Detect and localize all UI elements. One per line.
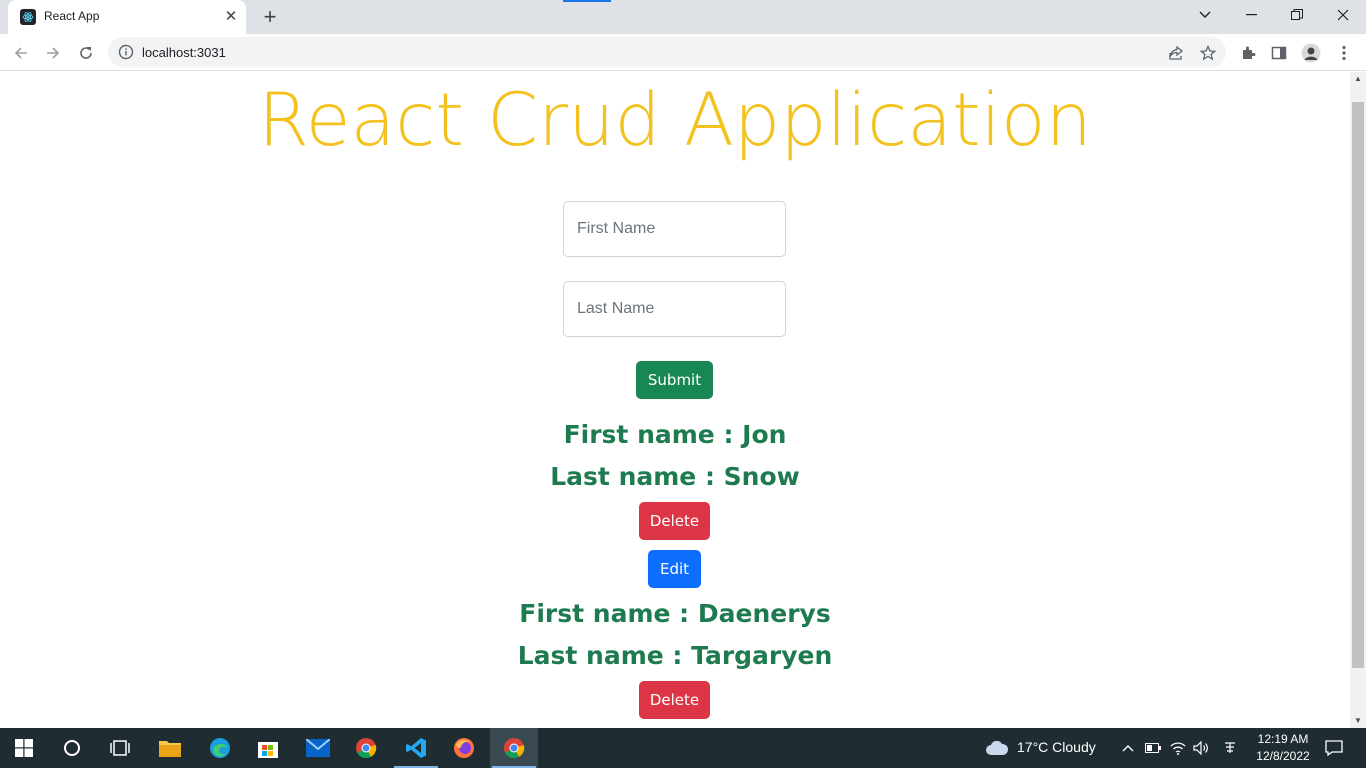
windows-taskbar: 17°C Cloudy 12:19 AM 12/8/2022	[0, 728, 1366, 768]
chevron-up-icon[interactable]	[1118, 738, 1138, 758]
page-viewport: React Crud Application Submit First name…	[0, 72, 1350, 728]
first-name-input[interactable]	[563, 201, 786, 257]
volume-icon[interactable]	[1191, 738, 1211, 758]
chrome-icon[interactable]	[342, 728, 390, 768]
battery-icon[interactable]	[1143, 738, 1163, 758]
chrome-menu-icon[interactable]	[1333, 42, 1355, 64]
tab-close-icon[interactable]: ✕	[222, 8, 240, 26]
side-panel-icon[interactable]	[1268, 42, 1290, 64]
share-icon[interactable]	[1166, 43, 1186, 63]
entry-first-name: First name : Jon	[563, 420, 787, 449]
notification-center-icon[interactable]	[1323, 738, 1345, 758]
edge-browser-icon[interactable]	[196, 728, 244, 768]
weather-text[interactable]: 17°C Cloudy	[1017, 739, 1096, 755]
browser-tab[interactable]: React App ✕	[8, 0, 246, 34]
extensions-icon[interactable]	[1237, 42, 1259, 64]
page-scrollbar[interactable]: ▲ ▼	[1350, 72, 1366, 728]
delete-button[interactable]: Delete	[639, 681, 710, 719]
entry-last-name: Last name : Snow	[550, 462, 800, 491]
reload-icon[interactable]	[73, 40, 99, 66]
search-icon[interactable]	[48, 728, 96, 768]
minimize-icon[interactable]	[1228, 0, 1274, 30]
clock-date: 12/8/2022	[1256, 749, 1310, 763]
forward-icon[interactable]	[40, 40, 66, 66]
url-text: localhost:3031	[142, 45, 226, 60]
site-info-icon[interactable]	[118, 44, 134, 60]
entry-first-name: First name : Daenerys	[519, 599, 831, 628]
mail-icon[interactable]	[294, 728, 342, 768]
entry-last-name: Last name : Targaryen	[517, 641, 833, 670]
file-explorer-icon[interactable]	[146, 728, 194, 768]
browser-toolbar: localhost:3031	[0, 34, 1366, 71]
wifi-icon[interactable]	[1168, 738, 1188, 758]
profile-avatar-icon[interactable]	[1300, 42, 1322, 64]
delete-button[interactable]: Delete	[639, 502, 710, 540]
scroll-down-arrow-icon[interactable]: ▼	[1350, 714, 1366, 728]
vscode-icon[interactable]	[392, 728, 440, 768]
chrome-active-icon[interactable]	[490, 728, 538, 768]
clock-time: 12:19 AM	[1257, 732, 1309, 746]
scroll-thumb[interactable]	[1352, 102, 1364, 668]
microsoft-store-icon[interactable]	[244, 728, 292, 768]
restore-icon[interactable]	[1274, 0, 1320, 30]
new-tab-icon[interactable]: +	[258, 6, 282, 30]
react-favicon-icon	[20, 9, 36, 25]
taskbar-clock[interactable]: 12:19 AM 12/8/2022	[1254, 731, 1312, 765]
browser-tabstrip: React App ✕ +	[0, 0, 1366, 34]
windows-start-icon[interactable]	[0, 728, 48, 768]
weather-cloud-icon[interactable]	[984, 738, 1010, 758]
back-icon[interactable]	[8, 40, 34, 66]
page-title: React Crud Application	[258, 78, 1092, 163]
bookmark-star-icon[interactable]	[1198, 43, 1218, 63]
tab-search-icon[interactable]	[1182, 0, 1228, 30]
tabstrip-accent	[563, 0, 611, 2]
submit-button[interactable]: Submit	[636, 361, 713, 399]
address-bar[interactable]: localhost:3031	[108, 37, 1226, 67]
tab-title: React App	[44, 9, 100, 23]
close-window-icon[interactable]	[1320, 0, 1366, 30]
firefox-icon[interactable]	[440, 728, 488, 768]
task-view-icon[interactable]	[96, 728, 144, 768]
scroll-up-arrow-icon[interactable]: ▲	[1350, 72, 1366, 86]
last-name-input[interactable]	[563, 281, 786, 337]
edit-button[interactable]: Edit	[648, 550, 701, 588]
input-language-icon[interactable]	[1220, 738, 1240, 758]
